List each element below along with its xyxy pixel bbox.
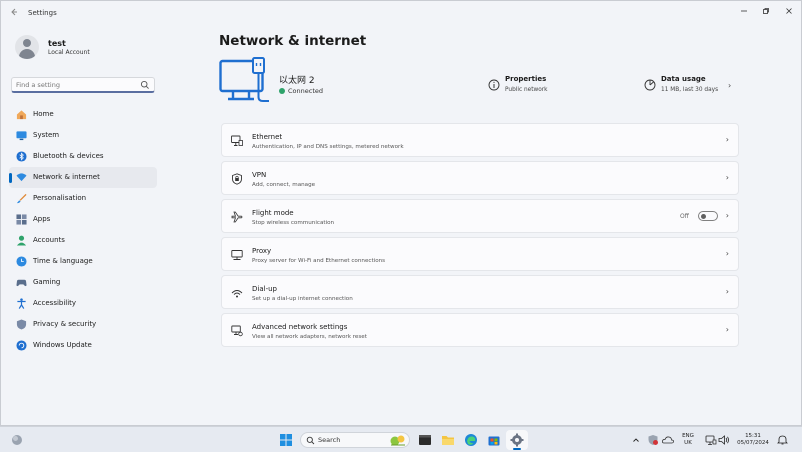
connection-name: 以太网 2 — [279, 76, 315, 86]
avatar[interactable] — [15, 35, 39, 59]
sidebar-item-apps[interactable]: Apps — [9, 209, 157, 230]
minimize-button[interactable] — [733, 5, 755, 21]
page-title: Network & internet — [219, 33, 367, 49]
profile-name: test — [48, 39, 66, 48]
dial-up-card[interactable]: Dial-up Set up a dial-up internet connec… — [221, 275, 739, 309]
sidebar-item-accessibility[interactable]: Accessibility — [9, 293, 157, 314]
sidebar-item-home[interactable]: Home — [9, 104, 157, 125]
apps-icon — [16, 214, 27, 225]
gamepad-icon — [16, 279, 27, 287]
sidebar-item-network-internet[interactable]: Network & internet — [9, 167, 157, 188]
clock[interactable]: 15:31 05/07/2024 — [733, 433, 773, 447]
flight-mode-card[interactable]: Flight mode Stop wireless communication … — [221, 199, 739, 233]
arrow-left-icon — [11, 8, 17, 16]
settings-window: Settings test Local Account Home System — [0, 0, 802, 426]
terminal-icon[interactable] — [418, 433, 432, 447]
sidebar-item-windows-update[interactable]: Windows Update — [9, 335, 157, 356]
proxy-card[interactable]: Proxy Proxy server for Wi-Fi and Etherne… — [221, 237, 739, 271]
close-icon — [786, 8, 792, 14]
proxy-icon — [231, 250, 243, 260]
sidebar-item-privacy-security[interactable]: Privacy & security — [9, 314, 157, 335]
sidebar-item-gaming[interactable]: Gaming — [9, 272, 157, 293]
sidebar-item-time-language[interactable]: Time & language — [9, 251, 157, 272]
input-language-indicator[interactable]: ENG UK — [680, 433, 696, 447]
settings-search-box[interactable] — [11, 77, 155, 93]
window-title: Settings — [28, 9, 57, 17]
chevron-right-icon: › — [725, 325, 729, 334]
minimize-icon — [741, 10, 747, 12]
bluetooth-icon — [16, 151, 27, 162]
back-button[interactable] — [7, 7, 21, 21]
data-usage-gauge-icon — [644, 79, 656, 91]
sidebar-item-bluetooth-devices[interactable]: Bluetooth & devices — [9, 146, 157, 167]
store-icon[interactable] — [487, 433, 501, 447]
info-icon — [488, 79, 500, 91]
chevron-right-icon: › — [725, 173, 729, 182]
sidebar-nav: Home System Bluetooth & devices Network … — [9, 104, 157, 356]
search-icon[interactable] — [140, 80, 150, 90]
home-icon — [16, 110, 27, 120]
connection-status: Connected — [279, 87, 323, 95]
dialup-icon — [231, 290, 243, 298]
edge-browser-icon[interactable] — [464, 433, 478, 447]
ethernet-card[interactable]: Ethernet Authentication, IP and DNS sett… — [221, 123, 739, 157]
maximize-button[interactable] — [755, 5, 777, 21]
close-button[interactable] — [778, 5, 800, 21]
profile-account-type: Local Account — [48, 49, 90, 56]
flight-mode-state-label: Off — [680, 213, 689, 220]
settings-gear-icon — [510, 433, 524, 447]
file-explorer-icon[interactable] — [441, 433, 455, 447]
wifi-icon — [16, 173, 27, 182]
person-icon — [16, 235, 27, 246]
ethernet-monitor-icon — [219, 57, 269, 102]
ethernet-icon — [231, 135, 243, 146]
onedrive-icon[interactable] — [662, 434, 674, 446]
connected-status-dot — [279, 88, 285, 94]
notification-bell-icon[interactable] — [777, 435, 788, 445]
globe-clock-icon — [16, 256, 27, 267]
search-input[interactable] — [16, 79, 136, 91]
vpn-shield-icon — [232, 173, 242, 185]
brush-icon — [16, 193, 27, 204]
monitor-icon — [16, 131, 27, 141]
network-ethernet-tray-icon[interactable] — [705, 434, 717, 446]
windows-start-icon[interactable] — [279, 433, 293, 447]
title-bar: Settings — [1, 1, 801, 27]
chevron-right-icon: › — [728, 81, 732, 90]
sidebar-item-system[interactable]: System — [9, 125, 157, 146]
shield-icon — [16, 319, 27, 330]
chevron-right-icon: › — [725, 135, 729, 144]
restore-icon — [763, 8, 769, 14]
volume-icon[interactable] — [718, 434, 730, 446]
vpn-card[interactable]: VPN Add, connect, manage › — [221, 161, 739, 195]
widgets-weather-icon[interactable] — [10, 433, 24, 447]
search-icon — [306, 436, 315, 445]
taskbar-search[interactable]: Search — [300, 432, 410, 448]
sidebar-item-personalisation[interactable]: Personalisation — [9, 188, 157, 209]
settings-taskbar-button[interactable] — [506, 430, 528, 450]
sidebar-item-accounts[interactable]: Accounts — [9, 230, 157, 251]
update-icon — [16, 340, 27, 351]
flight-mode-toggle[interactable] — [698, 211, 718, 221]
data-usage-link[interactable]: Data usage 11 MB, last 30 days › — [644, 75, 739, 99]
chevron-right-icon: › — [725, 249, 729, 258]
advanced-network-settings-card[interactable]: Advanced network settings View all netwo… — [221, 313, 739, 347]
chevron-right-icon: › — [725, 287, 729, 296]
advanced-network-icon — [231, 325, 243, 337]
taskbar: Search ENG UK 15:31 05/07/2024 — [0, 426, 802, 452]
chevron-up-icon[interactable] — [632, 436, 640, 444]
accessibility-icon — [17, 298, 26, 309]
search-highlight-icon — [390, 435, 405, 446]
airplane-icon — [231, 211, 243, 223]
chevron-right-icon: › — [725, 211, 729, 220]
security-alert-icon[interactable] — [647, 434, 659, 446]
properties-link[interactable]: Properties Public network — [488, 75, 588, 99]
